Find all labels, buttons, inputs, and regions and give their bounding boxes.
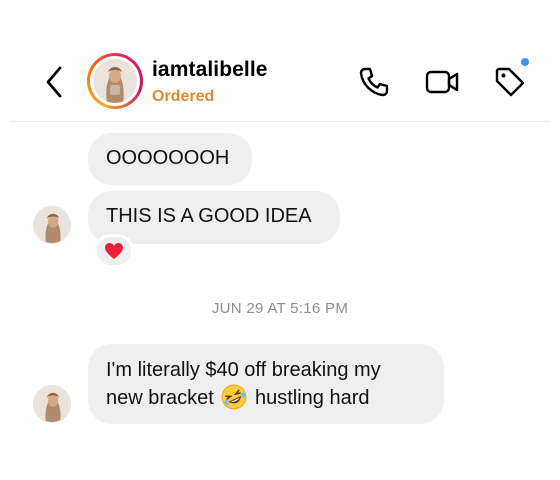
back-chevron-icon [46,66,62,98]
message-timestamp: JUN 29 AT 5:16 PM [211,300,349,317]
sender-avatar[interactable] [33,385,71,423]
contact-username[interactable]: iamtalibelle [152,58,268,82]
chat-header: iamtalibelle Ordered [0,0,560,121]
message-text: new bracket [106,387,214,409]
message-text: OOOOOOOH [106,147,230,169]
phone-call-button[interactable] [356,64,392,100]
video-camera-icon [425,70,459,94]
notification-dot [519,56,531,68]
heart-reaction[interactable] [94,234,134,268]
profile-photo [93,59,137,103]
phone-icon [359,67,389,97]
sender-photo [34,207,70,243]
message-bubble[interactable]: I'm literally $40 off breaking my new br… [88,344,444,424]
message-text: hustling hard [254,387,370,409]
message-bubble[interactable]: OOOOOOOH [88,133,252,185]
sender-avatar[interactable] [33,206,71,244]
heart-icon [105,243,123,259]
video-call-button[interactable] [424,64,460,100]
order-status: Ordered [152,88,215,105]
tag-icon [495,67,525,97]
profile-avatar[interactable] [87,53,143,109]
label-button[interactable] [492,64,528,100]
message-text-line: I'm literally $40 off breaking my [106,359,381,381]
laughing-emoji-icon [222,384,247,410]
back-button[interactable] [40,62,70,102]
sender-photo [34,386,70,422]
header-divider [10,121,550,122]
message-text-line: new bracket hustling hard [106,384,426,412]
message-text: THIS IS A GOOD IDEA [106,205,312,227]
